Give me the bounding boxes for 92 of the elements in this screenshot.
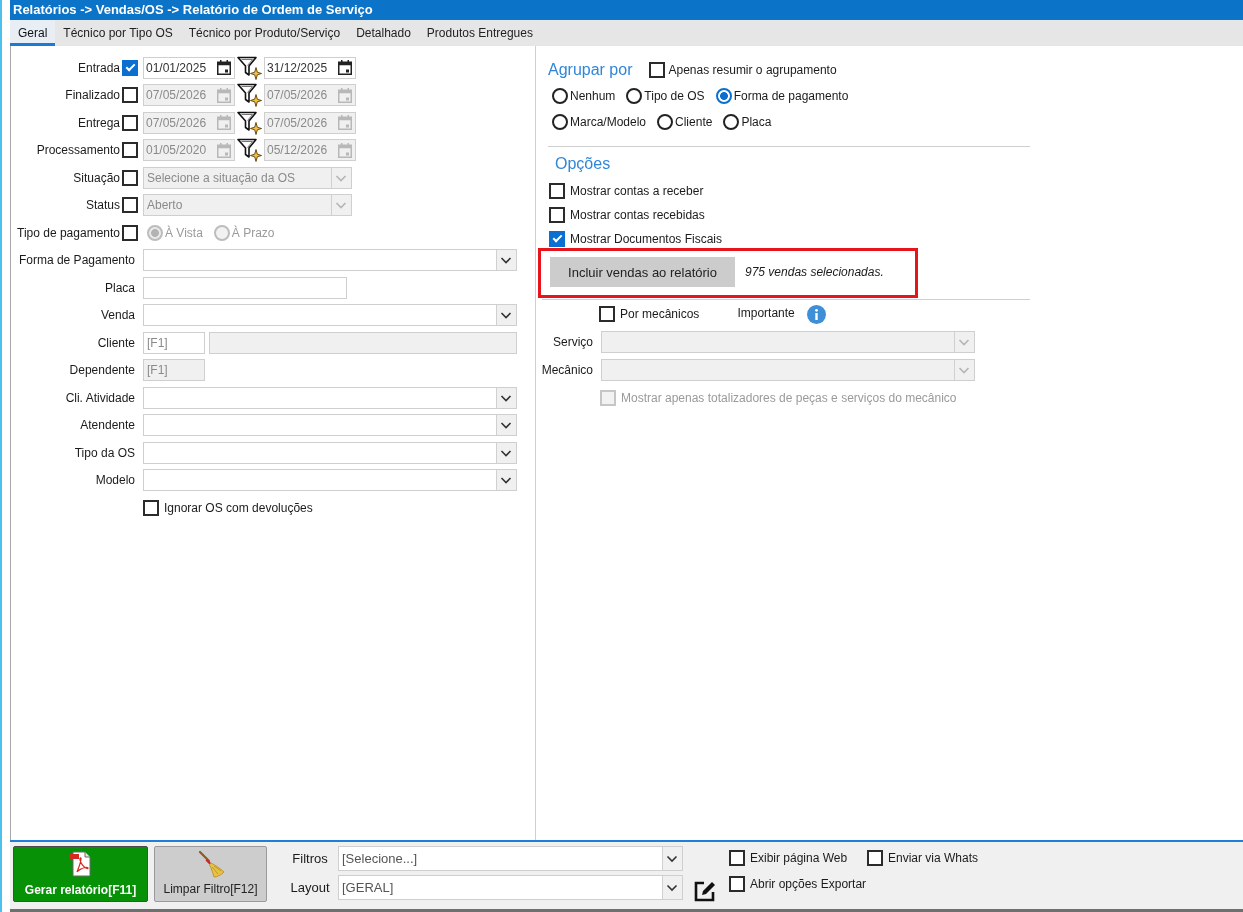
filter-icon[interactable] (237, 55, 262, 80)
tab[interactable]: Técnico por Produto/Serviço (180, 20, 349, 46)
important-label: Importante (737, 305, 795, 320)
dropdown[interactable]: [Selecione...] (338, 846, 683, 871)
tab[interactable]: Produtos Entregues (418, 20, 541, 46)
checkbox[interactable] (122, 197, 138, 214)
radio-button[interactable] (213, 224, 230, 241)
checkbox[interactable] (122, 224, 138, 241)
checkbox-label: Mostrar contas a receber (570, 184, 704, 198)
edit-icon[interactable] (693, 880, 716, 903)
section-heading: Agrupar por (548, 61, 633, 79)
field-label: Placa (104, 280, 135, 295)
clear-filter-button[interactable]: Limpar Filtro[F12] (154, 846, 267, 902)
dropdown[interactable]: [GERAL] (338, 875, 683, 900)
window-title: Relatórios -> Vendas/OS -> Relatório de Ordem de Serviço (10, 0, 1243, 20)
radio-label: Placa (741, 115, 772, 129)
checkbox[interactable] (122, 59, 138, 76)
radio-label: À Prazo (231, 225, 275, 240)
tab[interactable]: Técnico por Tipo OS (55, 20, 181, 46)
tab[interactable]: Geral (10, 20, 56, 46)
field-label: Tipo de pagamento (17, 225, 120, 240)
checkbox-label: Exibir página Web (750, 851, 848, 865)
checkbox-label: Ignorar OS com devoluções (164, 500, 313, 515)
radio-label: Forma de pagamento (733, 89, 849, 103)
field-label: Situação (73, 170, 120, 185)
code-field[interactable]: [F1] (143, 331, 205, 354)
field-label: Serviço (553, 335, 593, 349)
field-label: Layout (290, 880, 330, 895)
field-label: Atendente (80, 418, 135, 433)
selection-note: 975 vendas selecionadas. (745, 265, 884, 279)
checkbox-label: Abrir opções Exportar (750, 877, 867, 891)
radio-button[interactable] (626, 88, 643, 104)
broom-icon (196, 850, 225, 878)
radio-button[interactable] (723, 114, 740, 130)
radio-label: Tipo de OS (644, 89, 705, 103)
field-label: Forma de Pagamento (18, 253, 135, 268)
checkbox-label: Enviar via Whats (888, 851, 979, 865)
radio-button[interactable] (552, 114, 568, 130)
pdf-file-icon (69, 851, 92, 877)
checkbox[interactable] (729, 876, 745, 892)
radio-button[interactable] (147, 224, 163, 241)
checkbox[interactable] (122, 114, 138, 131)
field-label: Tipo da OS (74, 445, 135, 460)
filter-icon[interactable] (237, 110, 262, 135)
tab[interactable]: Detalhado (348, 20, 419, 46)
checkbox[interactable] (122, 87, 138, 104)
checkbox-label: Apenas resumir o agrupamento (668, 63, 837, 77)
radio-label: Nenhum (570, 89, 616, 103)
checkbox[interactable] (867, 850, 883, 866)
field-label: Entrega (77, 115, 120, 130)
field-label: Venda (100, 308, 135, 323)
name-field[interactable] (209, 331, 517, 354)
filter-icon[interactable] (237, 83, 262, 108)
checkbox[interactable] (122, 142, 138, 159)
radio-button[interactable] (715, 88, 732, 104)
radio-label: Marca/Modelo (570, 115, 647, 129)
field-label: Entrada (77, 60, 120, 75)
field-label: Cli. Atividade (65, 390, 135, 405)
field-label: Mecânico (541, 363, 593, 377)
field-label: Filtros (292, 851, 328, 866)
checkbox[interactable] (549, 231, 565, 247)
checkbox-label: Mostrar Documentos Fiscais (570, 232, 723, 246)
field-label: Modelo (95, 473, 135, 488)
checkbox[interactable] (549, 207, 565, 223)
field-label: Cliente (97, 335, 135, 350)
radio-button[interactable] (552, 88, 568, 104)
calendar-icon[interactable] (217, 60, 231, 76)
field-label: Status (85, 198, 120, 213)
checkbox-label: Mostrar contas recebidas (570, 208, 705, 222)
date-field[interactable]: 31/12/2025 (264, 56, 356, 79)
info-icon[interactable] (806, 304, 826, 324)
radio-label: Cliente (675, 115, 713, 129)
text-field[interactable] (143, 276, 347, 299)
checkbox-label: Mostrar apenas totalizadores de peças e serviços do mecânico (621, 391, 957, 405)
field-label: Finalizado (65, 88, 120, 103)
radio-label: À Vista (165, 225, 203, 240)
checkbox-label: Por mecânicos (620, 307, 700, 321)
include-sales-button[interactable]: Incluir vendas ao relatório (550, 257, 735, 287)
checkbox[interactable] (549, 183, 565, 199)
checkbox[interactable] (143, 499, 159, 516)
date-field[interactable]: 01/01/2025 (143, 56, 235, 79)
checkbox[interactable] (599, 306, 615, 322)
section-heading: Opções (554, 155, 611, 173)
radio-button[interactable] (657, 114, 674, 130)
checkbox[interactable] (122, 169, 138, 186)
field-label: Dependente (69, 363, 135, 378)
filter-icon[interactable] (237, 138, 262, 163)
checkbox[interactable] (729, 850, 745, 866)
checkbox[interactable] (648, 62, 665, 78)
generate-report-button[interactable]: Gerar relatório[F11] (13, 846, 148, 902)
field-label: Processamento (36, 143, 120, 158)
calendar-icon[interactable] (338, 60, 352, 76)
